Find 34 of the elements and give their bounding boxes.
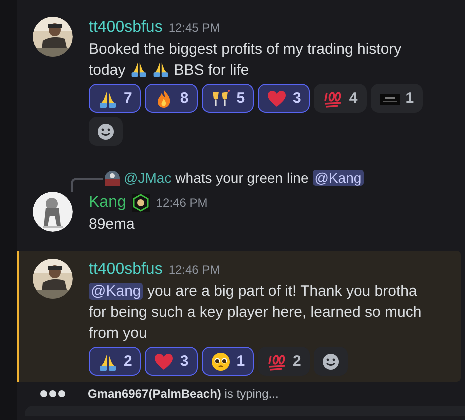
add-reaction-icon [322, 352, 340, 370]
add-reaction-icon [97, 122, 115, 140]
reaction-button[interactable]: 8 [145, 84, 198, 113]
clinking-glasses-icon [210, 88, 231, 108]
timestamp: 12:45 PM [168, 21, 220, 35]
reaction-button[interactable]: 2 [258, 347, 310, 376]
heart-icon [154, 352, 174, 372]
heart-icon [267, 88, 288, 108]
reaction-button[interactable]: 7 [89, 84, 142, 113]
user-mention[interactable]: @Kang [312, 170, 364, 186]
user-mention[interactable]: @Kang [89, 283, 144, 300]
reply-author[interactable]: @JMac [124, 170, 172, 186]
reaction-button[interactable]: 5 [202, 84, 254, 113]
username[interactable]: tt400sbfus [89, 261, 163, 279]
reply-connector-line [71, 178, 103, 192]
add-reaction-button[interactable] [314, 347, 348, 376]
username[interactable]: Kang [89, 194, 126, 212]
reaction-button[interactable]: 1 [202, 347, 254, 376]
timestamp: 12:46 PM [156, 196, 208, 210]
reaction-button[interactable]: 3 [258, 84, 310, 113]
message-text: 89ema [89, 215, 136, 235]
username[interactable]: tt400sbfus [89, 19, 163, 37]
reaction-button[interactable]: 4 [314, 84, 367, 113]
typing-indicator: Gman6967(PalmBeach) is typing... [88, 387, 279, 401]
message-text: Booked the biggest profits of my trading history today BBS for life [89, 40, 403, 81]
timestamp: 12:46 PM [168, 263, 220, 277]
pleading-face-icon [210, 352, 231, 372]
reply-text: whats your green line [176, 170, 309, 186]
add-reaction-button[interactable] [89, 117, 123, 146]
reaction-button[interactable]: 3 [145, 347, 198, 376]
reaction-button[interactable]: 1 [370, 84, 424, 113]
typing-dots-icon [40, 390, 66, 398]
message-text: @Kang you are a big part of it! Thank you brotha for being such a key player here, learned so much from you [89, 282, 423, 344]
reaction-button[interactable]: 2 [89, 347, 142, 376]
